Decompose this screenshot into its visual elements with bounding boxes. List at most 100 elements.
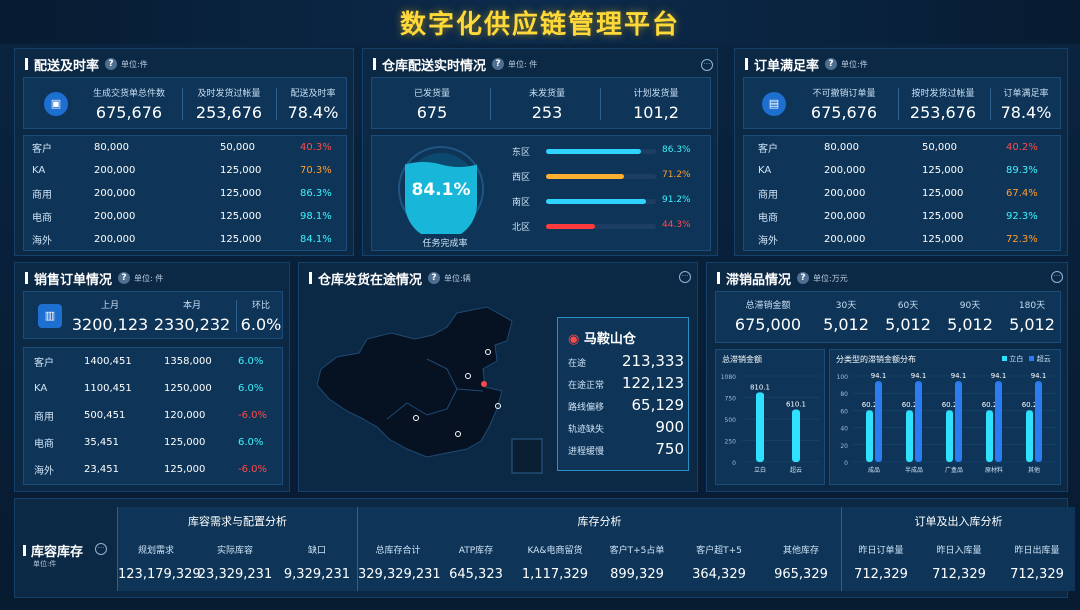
delivery-kpi: 生成交货单总件数 675,676 [79,86,179,122]
legend-label: 超云 [1036,355,1051,363]
kpi-value: 5,012 [947,315,993,334]
bar[interactable] [1035,381,1042,462]
city-marker-icon[interactable] [455,431,461,437]
location-pin-icon[interactable] [481,381,487,387]
row-rate: 84.1% [300,233,332,245]
order-kpi-box: ▤ 不可撤销订单量 675,676 按时发货过帐量 253,676 订单满足率 78.… [743,77,1061,129]
inventory-col-value: 645,323 [449,567,503,582]
warehouse-unit: 单位: 件 [508,59,538,69]
city-marker-icon[interactable] [495,403,501,409]
row-rate: -6.0% [238,409,268,421]
city-marker-icon[interactable] [413,415,419,421]
row-value: 200,000 [824,187,866,199]
more-icon[interactable]: ··· [95,543,107,555]
y-tick: 250 [725,439,737,446]
bar[interactable] [875,381,882,462]
inventory-col-label: 缺口 [307,546,326,556]
bar[interactable] [955,381,962,462]
table-row: 客户 1400,451 1358,000 6.0% [24,350,282,372]
kpi-label: 按时发货过帐量 [911,89,975,99]
row-label: KA [758,164,772,176]
data-label: 94.1 [1031,372,1047,380]
sales-table: 客户 1400,451 1358,000 6.0% KA 1100,451 1250,000… [23,347,283,485]
bar[interactable] [1026,410,1033,462]
slow-kpi: 90天 5,012 [940,298,1000,334]
table-row: KA 200,000 125,000 70.3% [24,159,346,181]
bar[interactable] [866,410,873,462]
warehouse-panel: 仓库配送实时情况? 单位: 件 ··· 已发货量 675 未发货量 253 计划发货量… [362,48,718,256]
inventory-col-value: 1,117,329 [521,567,589,582]
delivery-kpi: 及时发货过帐量 253,676 [184,86,274,122]
order-unit: 单位:件 [841,59,868,69]
help-icon[interactable]: ? [797,272,810,284]
x-tick: 原材料 [985,466,1003,474]
inventory-col-value: 712,329 [932,567,986,582]
row-value: 200,000 [94,164,136,176]
warehouse-kpi-box: 已发货量 675 未发货量 253 计划发货量 101,2 [371,77,711,129]
table-row: 电商 200,000 125,000 98.1% [24,205,346,227]
region-pct: 71.2% [662,170,691,180]
bar[interactable] [792,409,800,462]
more-icon[interactable]: ··· [1051,271,1063,283]
group-title: 库容需求与配置分析 [188,515,287,528]
row-label: 客户 [32,143,52,155]
city-marker-icon[interactable] [485,349,491,355]
kpi-value: 253,676 [195,103,263,122]
region-pct: 44.3% [662,220,691,230]
slow-kpi: 60天 5,012 [878,298,938,334]
more-icon[interactable]: ··· [679,271,691,283]
help-icon[interactable]: ? [118,272,131,284]
warehouse-name: ◉ 马鞍山仓 [568,328,636,347]
title-bar [23,545,26,556]
delivery-header: 配送及时率? 单位:件 [25,55,148,74]
more-icon[interactable]: ··· [701,59,713,71]
data-label: 610.1 [786,401,806,409]
bar[interactable] [915,381,922,462]
slow-chart2: 100 80 60 40 20 0 60.2 94.1 成品 60.2 94.1 半成品 60.2 94.… [837,372,1056,474]
inventory-group: 库存分析 总库存合计 329,329,231 ATP库存 645,323 KA&电商留货 1… [357,507,841,591]
bar[interactable] [756,392,764,462]
transit-label: 进程缓慢 [568,447,605,457]
row-value: 500,451 [84,409,126,421]
inventory-col-value: 23,329,231 [197,567,273,582]
bar[interactable] [906,410,913,462]
row-value: 125,000 [922,187,964,199]
kpi-label: 环比 [251,301,270,311]
help-icon[interactable]: ? [825,58,838,70]
help-icon[interactable]: ? [492,58,505,70]
row-value: 200,000 [824,210,866,222]
row-label: 商用 [32,189,52,201]
help-icon[interactable]: ? [105,58,118,70]
row-rate: 98.1% [300,210,332,222]
bar[interactable] [995,381,1002,462]
region-pct: 86.3% [662,145,691,155]
row-value: 125,000 [220,233,262,245]
row-rate: 6.0% [238,436,264,448]
warehouse-name-text: 马鞍山仓 [583,332,636,347]
city-marker-icon[interactable] [465,373,471,379]
row-label: 海外 [34,465,54,477]
chart2-legend: 立白 超云 [1002,354,1051,364]
inventory-col-label: 总库存合计 [375,546,421,556]
warehouse-kpi: 计划发货量 101,2 [602,86,710,122]
region-bar-track [546,174,656,179]
divider [898,88,899,120]
sales-kpi: 环比 6.0% [238,298,284,334]
region-label: 北区 [512,223,531,233]
divider [490,88,491,120]
help-icon[interactable]: ? [428,272,441,284]
row-value: 1358,000 [164,355,212,367]
row-value: 200,000 [94,233,136,245]
table-row: 海外 23,451 125,000 -6.0% [24,458,282,480]
bar[interactable] [946,410,953,462]
row-rate: 86.3% [300,187,332,199]
gauge-label: 任务完成率 [422,239,468,249]
order-kpi: 不可撤销订单量 675,676 [794,86,894,122]
gauge-value: 84.1% [412,180,471,200]
transit-unit: 单位:辆 [444,273,471,283]
bar[interactable] [986,410,993,462]
row-label: 海外 [32,235,52,247]
kpi-label: 180天 [1018,301,1046,311]
transit-value: 750 [655,440,684,458]
inventory-panel: 库容库存 单位:件 ··· 库容需求与配置分析 规划需求 123,179,329 实际… [14,498,1075,598]
